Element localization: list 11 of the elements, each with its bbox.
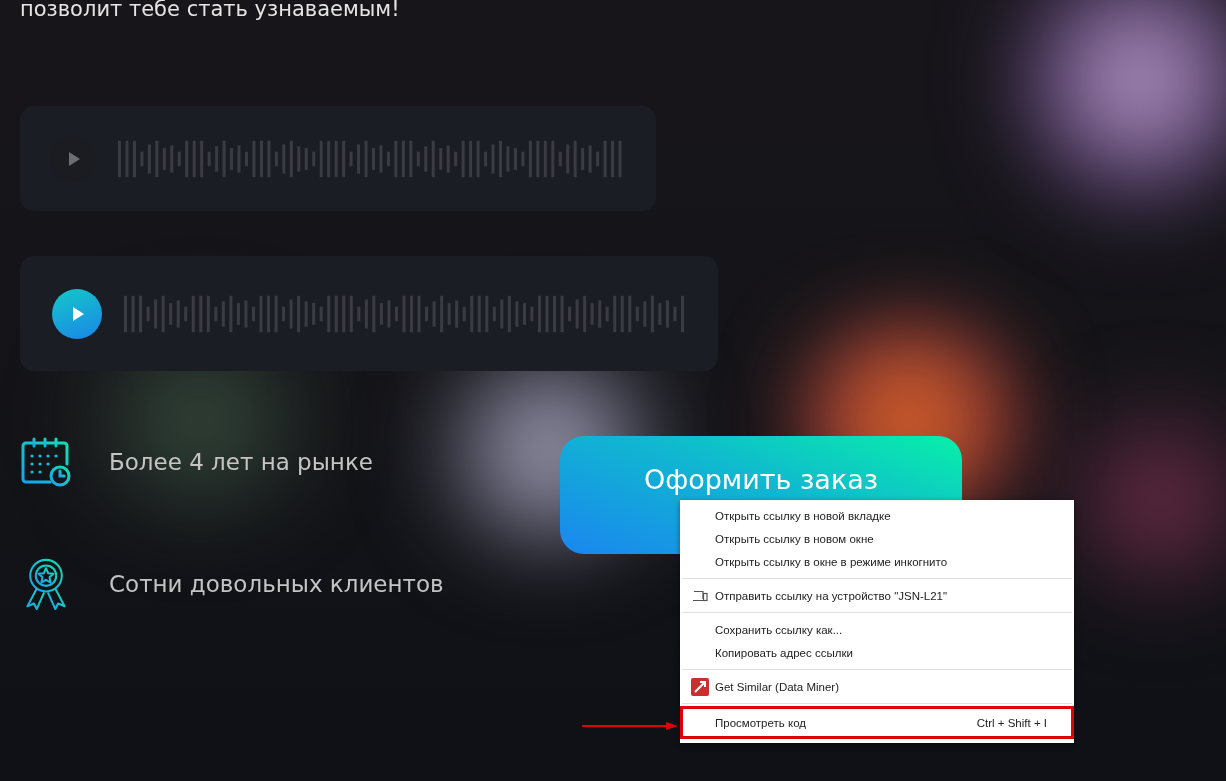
feature-text: Сотни довольных клиентов [109,571,444,597]
devices-icon [692,589,708,602]
menu-item[interactable]: Копировать адрес ссылки [680,641,1074,664]
menu-item[interactable]: Отправить ссылку на устройство "JSN-L21" [680,584,1074,607]
feature-text: Более 4 лет на рынке [109,449,373,475]
menu-item[interactable]: Сохранить ссылку как... [680,618,1074,641]
intro-text: позволит тебе стать узнаваемым! [20,0,401,21]
calendar-clock-icon [20,436,72,488]
play-button[interactable] [52,288,102,339]
menu-item[interactable]: Get Similar (Data Miner) [680,675,1074,698]
menu-item[interactable]: Просмотреть код Ctrl + Shift + I [680,706,1074,739]
